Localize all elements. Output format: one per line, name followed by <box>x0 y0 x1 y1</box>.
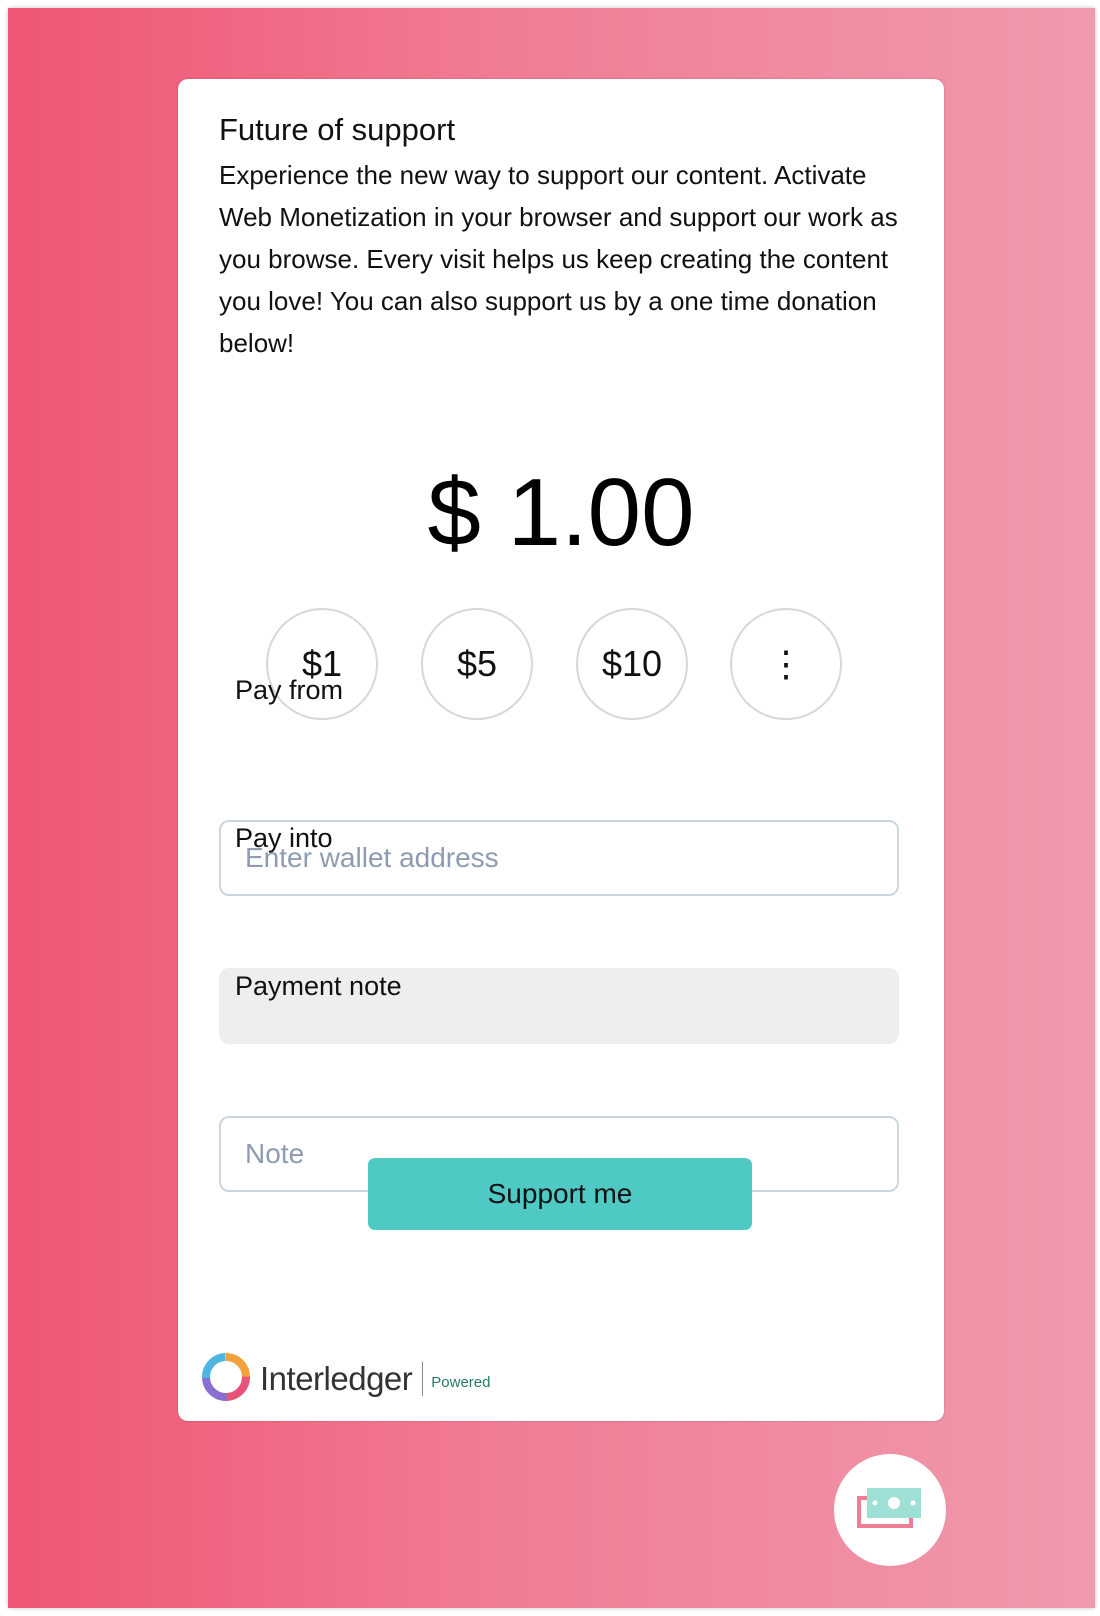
pay-from-label: Pay from <box>235 675 344 705</box>
more-amounts-button[interactable]: ⋮ <box>730 608 842 720</box>
pay-into-label: Pay into <box>235 823 333 853</box>
brand-divider <box>422 1362 424 1396</box>
preset-10-button[interactable]: $10 <box>576 608 688 720</box>
amount-presets: $1 $5 $10 ⋮ <box>266 608 866 720</box>
widget-background: Future of support Experience the new way… <box>8 8 1095 1608</box>
donation-card: Future of support Experience the new way… <box>178 79 944 1421</box>
money-bill-icon <box>857 1486 923 1535</box>
preset-5-button[interactable]: $5 <box>421 608 533 720</box>
support-me-button[interactable]: Support me <box>368 1158 752 1230</box>
powered-label: Powered <box>431 1373 491 1391</box>
widget-toggle-button[interactable] <box>834 1454 946 1566</box>
amount-display: $ 1.00 <box>427 459 695 566</box>
card-description: Experience the new way to support our co… <box>219 160 898 358</box>
brand-name: Interledger <box>260 1360 413 1397</box>
interledger-logo-icon <box>200 1351 252 1408</box>
payment-note-label: Payment note <box>235 971 402 1001</box>
card-title: Future of support <box>219 112 456 147</box>
interledger-branding: Interledger Powered <box>200 1351 490 1407</box>
